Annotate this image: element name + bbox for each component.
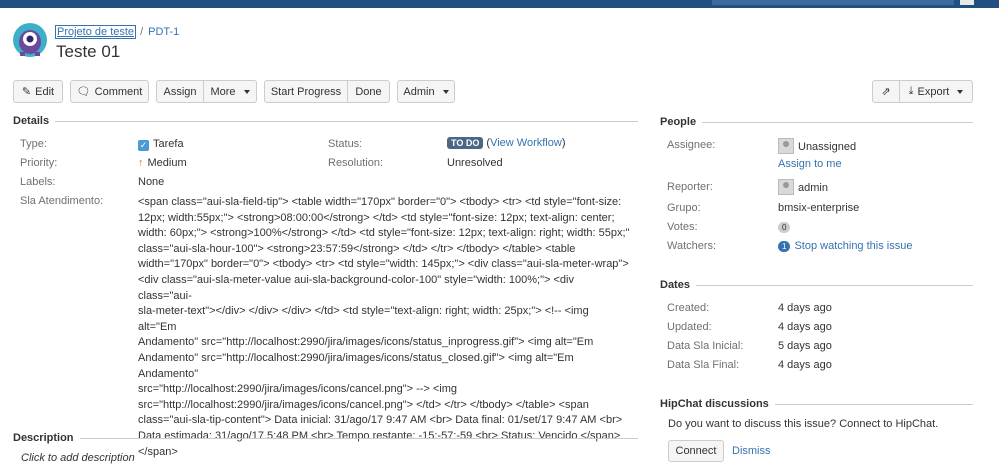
dates-heading[interactable]: Dates bbox=[660, 279, 696, 291]
export-icon: ⤓ bbox=[908, 85, 914, 97]
description-field[interactable]: Click to add description bbox=[21, 452, 135, 464]
top-navigation-bar bbox=[0, 0, 999, 8]
grupo-label: Grupo: bbox=[667, 202, 701, 214]
labels-label: Labels: bbox=[20, 176, 56, 188]
votes-value[interactable]: 0 bbox=[778, 221, 791, 233]
reporter-value: admin bbox=[778, 179, 828, 195]
arrow-up-icon: ↑ bbox=[138, 157, 144, 169]
description-divider bbox=[13, 438, 638, 439]
sla-final-value: 4 days ago bbox=[778, 359, 832, 371]
resolution-label: Resolution: bbox=[328, 157, 384, 169]
sla-final-label: Data Sla Final: bbox=[667, 359, 740, 371]
dates-divider bbox=[660, 285, 973, 286]
created-value: 4 days ago bbox=[778, 302, 832, 314]
start-progress-button[interactable]: Start Progress bbox=[264, 80, 348, 103]
votes-label: Votes: bbox=[667, 221, 698, 233]
task-checkbox-icon: ✓ bbox=[138, 140, 149, 151]
breadcrumb: Projeto de teste / PDT-1 bbox=[54, 25, 179, 39]
breadcrumb-project-link[interactable]: Projeto de teste bbox=[54, 25, 137, 39]
edit-button[interactable]: ✎ Edit bbox=[13, 80, 63, 103]
watchers-count-badge[interactable]: 1 bbox=[778, 241, 791, 252]
people-divider bbox=[660, 122, 973, 123]
project-avatar-icon[interactable] bbox=[12, 22, 48, 58]
user-avatar-icon bbox=[778, 179, 794, 195]
sla-inicial-value: 5 days ago bbox=[778, 340, 832, 352]
resolution-value: Unresolved bbox=[447, 157, 503, 169]
details-divider bbox=[13, 121, 638, 122]
view-workflow-link[interactable]: View Workflow bbox=[490, 137, 562, 149]
stop-watching-link[interactable]: Stop watching this issue bbox=[794, 240, 912, 252]
status-label: Status: bbox=[328, 138, 363, 150]
assign-button[interactable]: Assign bbox=[156, 80, 204, 103]
type-value: ✓ Tarefa bbox=[138, 138, 184, 151]
hipchat-prompt: Do you want to discuss this issue? Conne… bbox=[668, 418, 939, 430]
share-button[interactable]: ⇗ bbox=[872, 80, 900, 103]
labels-value[interactable]: None bbox=[138, 176, 164, 188]
assignee-value: Unassigned bbox=[778, 138, 856, 154]
reporter-label: Reporter: bbox=[667, 181, 713, 193]
export-dropdown-button[interactable]: ⤓ Export bbox=[900, 80, 973, 103]
grupo-value: bmsix-enterprise bbox=[778, 202, 860, 214]
more-dropdown-button[interactable]: More bbox=[204, 80, 257, 103]
chevron-down-icon bbox=[243, 89, 250, 94]
dismiss-link[interactable]: Dismiss bbox=[732, 445, 771, 457]
connect-button[interactable]: Connect bbox=[668, 440, 724, 462]
chevron-down-icon bbox=[957, 89, 964, 94]
details-heading[interactable]: Details bbox=[13, 115, 56, 127]
updated-value: 4 days ago bbox=[778, 321, 832, 333]
breadcrumb-separator: / bbox=[140, 26, 144, 38]
assign-to-me-link[interactable]: Assign to me bbox=[778, 158, 842, 170]
updated-label: Updated: bbox=[667, 321, 712, 333]
description-heading[interactable]: Description bbox=[13, 432, 80, 444]
created-label: Created: bbox=[667, 302, 710, 314]
type-label: Type: bbox=[20, 138, 47, 150]
scrollbar-button[interactable] bbox=[960, 0, 974, 5]
assignee-label: Assignee: bbox=[667, 139, 716, 151]
global-search-box[interactable] bbox=[712, 0, 954, 5]
sla-inicial-label: Data Sla Inicial: bbox=[667, 340, 744, 352]
done-button[interactable]: Done bbox=[348, 80, 390, 103]
priority-value: ↑ Medium bbox=[138, 157, 187, 169]
status-value: TO DO (View Workflow) bbox=[447, 137, 565, 149]
breadcrumb-issue-key-link[interactable]: PDT-1 bbox=[148, 26, 179, 38]
status-badge: TO DO bbox=[447, 137, 484, 149]
share-icon: ⇗ bbox=[881, 86, 891, 98]
sla-atendimento-value: <span class="aui-sla-field-tip"> <table … bbox=[138, 196, 630, 458]
watchers-value: 1 Stop watching this issue bbox=[778, 240, 912, 252]
votes-count-badge: 0 bbox=[778, 222, 791, 233]
page-title[interactable]: Teste 01 bbox=[56, 42, 120, 62]
comment-icon: 🗨 bbox=[76, 86, 91, 98]
comment-button[interactable]: 🗨 Comment bbox=[70, 80, 149, 103]
people-heading[interactable]: People bbox=[660, 116, 703, 128]
admin-dropdown-button[interactable]: Admin bbox=[397, 80, 455, 103]
sla-atendimento-label: Sla Atendimento: bbox=[20, 195, 104, 207]
priority-label: Priority: bbox=[20, 157, 58, 169]
pencil-icon: ✎ bbox=[21, 86, 32, 98]
user-avatar-icon bbox=[778, 138, 794, 154]
watchers-label: Watchers: bbox=[667, 240, 717, 252]
hipchat-heading[interactable]: HipChat discussions bbox=[660, 398, 775, 410]
chevron-down-icon bbox=[442, 89, 449, 94]
